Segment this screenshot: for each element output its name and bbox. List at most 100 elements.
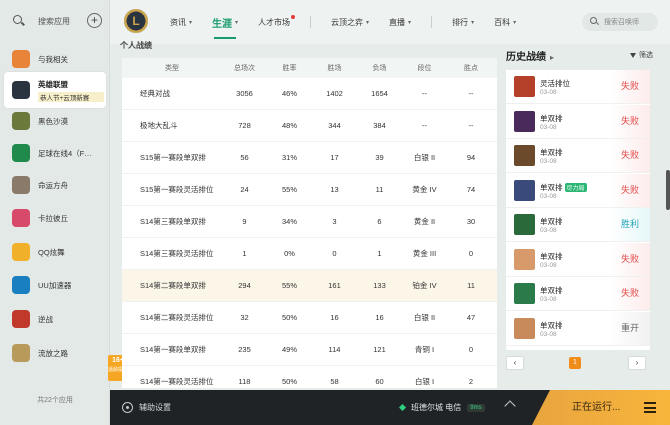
table-cell: 384 — [373, 121, 386, 130]
history-item[interactable]: 单双排 03-08 失败 — [506, 104, 650, 139]
nav-tab-label: 直播 — [389, 17, 406, 27]
sidebar-item-lol[interactable]: 英雄联盟 恭人节+云顶新赛 — [4, 72, 106, 108]
bottom-bar: 辅助设置 班德尔城 电信 9ms 正在运行... — [110, 390, 670, 425]
history-item[interactable]: 单双排 尽力局 03-08 失败 — [506, 173, 650, 208]
sidebar-item-label: UU加速器 — [38, 280, 72, 290]
server-name: 班德尔城 电信 — [411, 403, 462, 412]
table-cell: 11 — [375, 185, 384, 194]
sidebar-item-ark[interactable]: 命运方舟 — [4, 170, 106, 200]
table-cell: 161 — [328, 281, 341, 290]
table-cell: 黄金 II — [413, 217, 436, 226]
next-page-button[interactable]: › — [628, 356, 646, 370]
sidebar-item-label: 与我相关 — [38, 54, 68, 64]
history-item[interactable]: 单双排 03-08 失败 — [506, 277, 650, 311]
filter-button[interactable]: 筛选 — [630, 50, 653, 60]
table-cell: 黄金 III — [412, 249, 437, 258]
nav-tab-6[interactable]: 百科 ▾ — [494, 17, 516, 28]
running-button[interactable]: 正在运行... — [532, 390, 670, 425]
menu-icon[interactable] — [644, 402, 656, 413]
champion-avatar — [514, 76, 535, 97]
match-result: 重开 — [610, 311, 650, 345]
match-history-panel: 历史战绩 ▸ 筛选 灵活排位 03-08 失败 单双排 03-08 失败 单双排 03-08 失败… — [503, 40, 653, 390]
nav-tab-1[interactable]: 生涯 ▾ — [212, 15, 239, 39]
table-cell: 133 — [373, 281, 386, 290]
current-page[interactable]: 1 — [569, 357, 581, 369]
column-header: 胜率 — [282, 65, 297, 72]
column-header: 类型 — [165, 65, 179, 72]
table-cell: S14第二赛段灵活排位 — [140, 313, 214, 322]
history-title[interactable]: 历史战绩 ▸ — [506, 48, 554, 63]
sidebar-item-nizhan[interactable]: 逆战 — [4, 304, 106, 334]
app-search[interactable]: 搜索应用 + — [8, 10, 102, 32]
table-cell: S14第一赛段灵活排位 — [140, 377, 214, 386]
table-cell: 74 — [466, 185, 476, 194]
table-row[interactable]: S14第二赛段灵活排位 32 50% 16 16 白银 II 47 — [122, 302, 497, 334]
orbit-icon — [12, 50, 30, 68]
table-cell: 55% — [281, 185, 297, 194]
table-cell: 16 — [375, 313, 384, 322]
table-cell: 121 — [373, 345, 386, 354]
nav-tab-3[interactable]: 云顶之弈 ▾ — [331, 17, 369, 28]
table-cell: 0 — [468, 345, 474, 354]
history-item[interactable]: 单双排 03-08 失败 — [506, 242, 650, 277]
table-row[interactable]: S14第三赛段灵活排位 1 0% 0 1 黄金 III 0 — [122, 238, 497, 270]
nav-divider — [310, 16, 312, 28]
history-item[interactable]: 单双排 03-08 重开 — [506, 311, 650, 346]
match-date: 03-08 — [540, 330, 557, 338]
match-mode: 单双排 — [540, 216, 563, 227]
history-pager: ‹ 1 › — [506, 356, 650, 372]
table-row[interactable]: S14第一赛段灵活排位 118 50% 58 60 白银 I 2 — [122, 366, 497, 388]
table-row[interactable]: S14第二赛段单双排 294 55% 161 133 铂金 IV 11 — [122, 270, 497, 302]
table-cell: 黄金 IV — [412, 185, 437, 194]
table-cell: 728 — [238, 121, 251, 130]
sidebar-item-uu[interactable]: UU加速器 — [4, 270, 106, 300]
history-item[interactable]: 单双排 03-08 胜利 — [506, 208, 650, 242]
app-search-label: 搜索应用 — [38, 16, 70, 26]
match-tag-badge: 尽力局 — [564, 182, 587, 192]
sidebar-item-desert[interactable]: 黑色沙漠 — [4, 106, 106, 136]
table-row[interactable]: 经典对战 3056 46% 1402 1654 -- -- — [122, 78, 497, 110]
table-row[interactable]: S15第一赛段灵活排位 24 55% 13 11 黄金 IV 74 — [122, 174, 497, 206]
server-selector[interactable]: 班德尔城 电信 9ms — [398, 390, 485, 425]
summoner-search-input[interactable]: 搜索召唤师 — [582, 13, 658, 31]
nav-tab-4[interactable]: 直播 ▾ — [389, 17, 411, 28]
table-row[interactable]: S14第一赛段单双排 235 49% 114 121 青铜 I 0 — [122, 334, 497, 366]
table-row[interactable]: S14第三赛段单双排 9 34% 3 6 黄金 II 30 — [122, 206, 497, 238]
history-item[interactable]: 灵活排位 03-08 失败 — [506, 70, 650, 104]
lol-icon — [12, 81, 30, 99]
lol-logo-icon[interactable]: L — [124, 9, 148, 33]
assist-settings-button[interactable]: 辅助设置 — [122, 390, 171, 425]
table-cell: 30 — [466, 217, 476, 226]
match-date: 03-08 — [540, 123, 557, 131]
champion-avatar — [514, 214, 535, 235]
nav-tab-2[interactable]: 人才市场 — [258, 14, 296, 28]
table-cell: 58 — [330, 377, 339, 386]
table-cell: 47 — [466, 313, 476, 322]
prev-page-button[interactable]: ‹ — [506, 356, 524, 370]
nav-tab-label: 资讯 — [170, 17, 186, 27]
match-date: 03-08 — [540, 158, 557, 165]
window-scrollbar[interactable] — [666, 170, 670, 210]
sidebar-item-orbit[interactable]: 与我相关 — [4, 44, 106, 74]
table-row[interactable]: 极地大乱斗 728 48% 344 384 -- -- — [122, 110, 497, 142]
sidebar-item-dance[interactable]: QQ炫舞 — [4, 237, 106, 267]
chevron-down-icon: ▾ — [235, 19, 239, 26]
sidebar-item-kara[interactable]: 卡拉彼丘 — [4, 203, 106, 233]
table-row[interactable]: S15第一赛段单双排 56 31% 17 39 白银 II 94 — [122, 142, 497, 174]
nav-tab-5[interactable]: 排行 ▾ — [452, 17, 474, 28]
app-sidebar: 搜索应用 + 与我相关英雄联盟 恭人节+云顶新赛 黑色沙漠 足球在线4（F… 命运方舟卡… — [0, 0, 110, 425]
champion-avatar — [514, 317, 535, 339]
match-result: 失败 — [610, 242, 650, 276]
add-app-button[interactable]: + — [87, 13, 102, 28]
nav-tab-0[interactable]: 资讯 ▾ — [170, 17, 192, 28]
table-cell: 1 — [242, 249, 247, 258]
sidebar-item-poe[interactable]: 流放之路 — [4, 338, 106, 368]
nav-tab-label: 云顶之弈 — [331, 17, 364, 27]
running-label: 正在运行... — [572, 402, 621, 413]
sidebar-item-football[interactable]: 足球在线4（F… — [4, 138, 106, 168]
match-date: 03-08 — [540, 89, 557, 96]
history-item[interactable]: 单双排 03-08 失败 — [506, 139, 650, 173]
match-mode-label: 单双排 — [540, 113, 563, 123]
match-mode-label: 单双排 — [540, 251, 563, 261]
chevron-up-icon[interactable] — [504, 400, 516, 412]
